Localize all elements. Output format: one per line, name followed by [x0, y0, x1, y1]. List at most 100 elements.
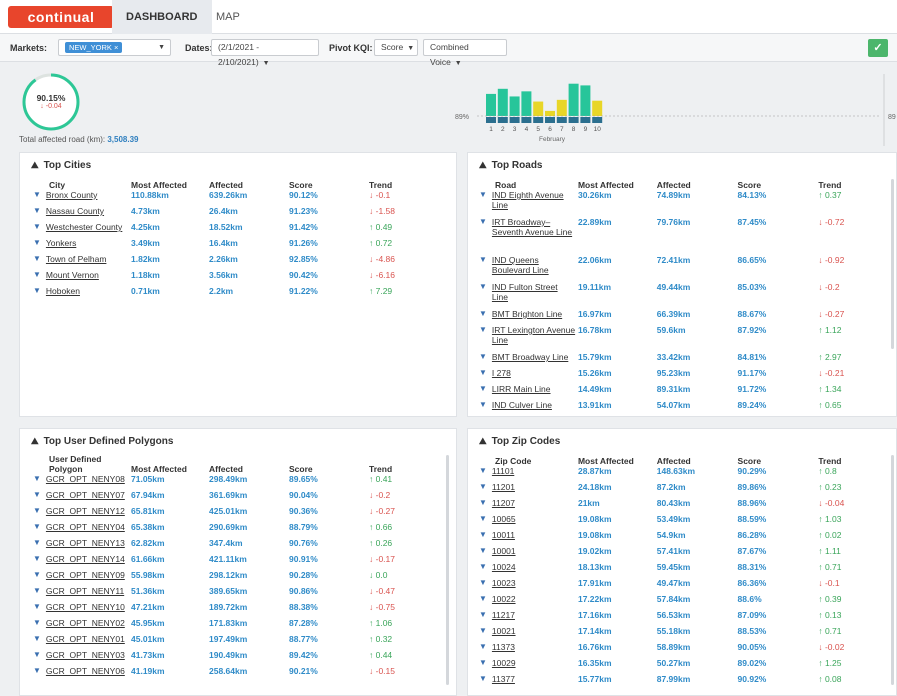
column-header[interactable]: Most Affected — [578, 178, 657, 190]
table-row[interactable]: ▼ GCR_OPT_NENY09 55.98km 298.12km 90.28% ↓ 0.… — [33, 570, 433, 586]
row-name[interactable]: ▼ IND Eighth Avenue Line — [479, 190, 578, 210]
table-row[interactable]: ▼ IND Fulton Street Line 19.11km 49.44km 85.… — [479, 282, 883, 309]
row-name-link[interactable]: Westchester County — [46, 222, 122, 232]
filter-icon[interactable]: ▼ — [479, 217, 487, 237]
top-polygons-scrollbar[interactable] — [446, 455, 449, 685]
table-row[interactable]: ▼ IND Culver Line 13.91km 54.07km 89.24% ↑ 0.… — [479, 400, 883, 416]
row-name[interactable]: ▼ 10023 — [479, 578, 578, 588]
filter-icon[interactable]: ▼ — [33, 254, 41, 264]
column-header[interactable]: Trend — [818, 178, 883, 190]
row-name[interactable]: ▼ GCR_OPT_NENY01 — [33, 634, 131, 644]
table-row[interactable]: ▼ 10011 19.08km 54.9km 86.28% ↑ 0.02 — [479, 530, 883, 546]
row-name[interactable]: ▼ 10011 — [479, 530, 578, 540]
market-chip[interactable]: NEW_YORK × — [65, 42, 123, 53]
filter-icon[interactable]: ▼ — [479, 282, 487, 302]
filter-icon[interactable]: ▼ — [479, 546, 487, 556]
row-name[interactable]: ▼ GCR_OPT_NENY08 — [33, 474, 131, 484]
row-name-link[interactable]: BMT Brighton Line — [492, 309, 562, 319]
row-name[interactable]: ▼ IND Culver Line — [479, 400, 578, 410]
row-name[interactable]: ▼ 10022 — [479, 594, 578, 604]
column-header[interactable]: Score — [289, 452, 369, 474]
row-name[interactable]: ▼ 10021 — [479, 626, 578, 636]
column-header[interactable]: Affected — [657, 178, 738, 190]
table-row[interactable]: ▼ IRT Lexington Avenue Line 16.78km 59.6km 8… — [479, 325, 883, 352]
row-name[interactable]: ▼ GCR_OPT_NENY14 — [33, 554, 131, 564]
row-name-link[interactable]: 10024 — [492, 562, 516, 572]
table-row[interactable]: ▼ Nassau County 4.73km 26.4km 91.23% ↓ -1.58 — [33, 206, 433, 222]
row-name[interactable]: ▼ Nassau County — [33, 206, 131, 216]
row-name[interactable]: ▼ 10024 — [479, 562, 578, 572]
row-name-link[interactable]: Bronx County — [46, 190, 98, 200]
filter-icon[interactable]: ▼ — [479, 466, 487, 476]
table-row[interactable]: ▼ GCR_OPT_NENY14 61.66km 421.11km 90.91% ↓ -0… — [33, 554, 433, 570]
row-name-link[interactable]: IND Queens Boulevard Line — [492, 255, 576, 275]
row-name[interactable]: ▼ GCR_OPT_NENY09 — [33, 570, 131, 580]
row-name-link[interactable]: IRT Lexington Avenue Line — [492, 325, 576, 345]
filter-icon[interactable]: ▼ — [479, 674, 487, 684]
column-header[interactable]: Affected — [209, 178, 289, 190]
row-name-link[interactable]: 10023 — [492, 578, 516, 588]
table-row[interactable]: ▼ GCR_OPT_NENY06 41.19km 258.64km 90.21% ↓ -0… — [33, 666, 433, 682]
filter-icon[interactable]: ▼ — [33, 286, 41, 296]
row-name[interactable]: ▼ BMT Brighton Line — [479, 309, 578, 319]
table-row[interactable]: ▼ 10029 16.35km 50.27km 89.02% ↑ 1.25 — [479, 658, 883, 674]
row-name-link[interactable]: IND Eighth Avenue Line — [492, 190, 576, 210]
filter-icon[interactable]: ▼ — [33, 206, 41, 216]
row-name[interactable]: ▼ 11373 — [479, 642, 578, 652]
row-name[interactable]: ▼ IRT Broadway–Seventh Avenue Line — [479, 217, 578, 237]
column-header[interactable]: Most Affected — [131, 452, 209, 474]
table-row[interactable]: ▼ Yonkers 3.49km 16.4km 91.26% ↑ 0.72 — [33, 238, 433, 254]
table-row[interactable]: ▼ 10022 17.22km 57.84km 88.6% ↑ 0.39 — [479, 594, 883, 610]
row-name-link[interactable]: Town of Pelham — [46, 254, 106, 264]
row-name[interactable]: ▼ IND Queens Boulevard Line — [479, 255, 578, 275]
chart-bar-9[interactable] — [580, 85, 591, 116]
dates-select[interactable]: (2/1/2021 - 2/10/2021) ▼ — [211, 39, 319, 67]
row-name-link[interactable]: 10065 — [492, 514, 516, 524]
filter-icon[interactable]: ▼ — [33, 474, 41, 484]
chart-bar-6[interactable] — [545, 110, 555, 116]
row-name-link[interactable]: I 278 — [492, 368, 511, 378]
row-name[interactable]: ▼ 11207 — [479, 498, 578, 508]
row-name[interactable]: ▼ GCR_OPT_NENY03 — [33, 650, 131, 660]
row-name[interactable]: ▼ 11377 — [479, 674, 578, 684]
chart-bar-10[interactable] — [592, 100, 603, 116]
table-row[interactable]: ▼ Hoboken 0.71km 2.2km 91.22% ↑ 7.29 — [33, 286, 433, 302]
row-name-link[interactable]: LIRR Main Line — [492, 384, 551, 394]
filter-icon[interactable]: ▼ — [33, 666, 41, 676]
table-row[interactable]: ▼ 11217 17.16km 56.53km 87.09% ↑ 0.13 — [479, 610, 883, 626]
row-name[interactable]: ▼ Westchester County — [33, 222, 131, 232]
row-name-link[interactable]: 11377 — [492, 674, 515, 684]
row-name-link[interactable]: IND Fulton Street Line — [492, 282, 576, 302]
filter-icon[interactable]: ▼ — [33, 222, 41, 232]
table-row[interactable]: ▼ 11201 24.18km 87.2km 89.86% ↑ 0.23 — [479, 482, 883, 498]
table-row[interactable]: ▼ GCR_OPT_NENY10 47.21km 189.72km 88.38% ↓ -0… — [33, 602, 433, 618]
filter-icon[interactable]: ▼ — [33, 650, 41, 660]
table-row[interactable]: ▼ 11101 28.87km 148.63km 90.29% ↑ 0.8 — [479, 466, 883, 482]
row-name-link[interactable]: GCR_OPT_NENY13 — [46, 538, 125, 548]
table-row[interactable]: ▼ GCR_OPT_NENY13 62.82km 347.4km 90.76% ↑ 0.2… — [33, 538, 433, 554]
row-name-link[interactable]: 11217 — [492, 610, 515, 620]
table-row[interactable]: ▼ GCR_OPT_NENY01 45.01km 197.49km 88.77% ↑ 0.… — [33, 634, 433, 650]
voice-select[interactable]: Combined Voice ▼ — [423, 39, 507, 67]
row-name-link[interactable]: GCR_OPT_NENY07 — [46, 490, 125, 500]
row-name[interactable]: ▼ LIRR Main Line — [479, 384, 578, 394]
filter-icon[interactable]: ▼ — [479, 255, 487, 275]
table-row[interactable]: ▼ GCR_OPT_NENY07 67.94km 361.69km 90.04% ↓ -0… — [33, 490, 433, 506]
table-row[interactable]: ▼ 10023 17.91km 49.47km 86.36% ↓ -0.1 — [479, 578, 883, 594]
filter-icon[interactable]: ▼ — [479, 594, 487, 604]
row-name[interactable]: ▼ Bronx County — [33, 190, 131, 200]
filter-icon[interactable]: ▼ — [479, 514, 487, 524]
filter-icon[interactable]: ▼ — [33, 538, 41, 548]
table-row[interactable]: ▼ BMT Brighton Line 16.97km 66.39km 88.67% ↓ … — [479, 309, 883, 325]
row-name[interactable]: ▼ BMT Broadway Line — [479, 352, 578, 362]
chart-bar-3[interactable] — [509, 96, 520, 116]
row-name-link[interactable]: GCR_OPT_NENY04 — [46, 522, 125, 532]
filter-icon[interactable]: ▼ — [33, 554, 41, 564]
apply-button[interactable]: ✓ — [868, 39, 888, 57]
chart-bar-2[interactable] — [497, 88, 508, 116]
row-name[interactable]: ▼ Town of Pelham — [33, 254, 131, 264]
table-row[interactable]: ▼ IND Eighth Avenue Line 30.26km 74.89km 84.… — [479, 190, 883, 217]
table-row[interactable]: ▼ IRT Broadway–Seventh Avenue Line 22.89km… — [479, 217, 883, 255]
table-row[interactable]: ▼ 10065 19.08km 53.49km 88.59% ↑ 1.03 — [479, 514, 883, 530]
table-row[interactable]: ▼ BMT Broadway Line 15.79km 33.42km 84.81% ↑ … — [479, 352, 883, 368]
